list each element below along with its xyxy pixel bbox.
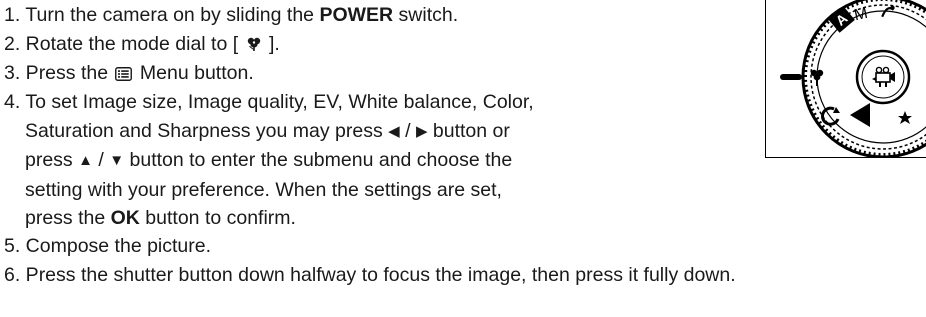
step-6: 6. Press the shutter button down halfway… <box>4 261 736 290</box>
macro-icon <box>246 32 262 61</box>
up-arrow-icon: ▲ <box>78 152 93 169</box>
right-arrow-icon: ▶ <box>415 122 428 140</box>
step-text: button to enter the submenu and choose t… <box>124 149 513 171</box>
step-text: button to confirm. <box>139 207 296 229</box>
step-text: Compose the picture. <box>20 235 212 257</box>
step-text: Press the shutter button down halfway to… <box>20 264 736 286</box>
step-4-line-4: setting with your preference. When the s… <box>25 178 502 201</box>
step-number: 6. <box>4 264 21 286</box>
step-text: Turn the camera on by sliding the <box>20 4 320 26</box>
power-label: POWER <box>319 4 394 26</box>
step-number: 1. <box>4 4 21 26</box>
mode-dial-illustration: A M <box>765 0 926 158</box>
step-text: Saturation and Sharpness you may press <box>25 119 389 142</box>
step-number: 3. <box>4 62 21 84</box>
step-text: To set Image size, Image quality, EV, Wh… <box>20 91 534 113</box>
step-text: Press the <box>20 62 114 84</box>
step-3: 3. Press the Menu button. <box>4 59 254 90</box>
step-2: 2. Rotate the mode dial to [ ]. <box>4 30 280 61</box>
step-4-line-3: press ▲ / ▼ button to enter the submenu … <box>4 146 534 176</box>
ok-label: OK <box>110 207 140 229</box>
step-text: press the <box>25 207 111 229</box>
step-text: ]. <box>263 33 280 55</box>
step-4-line-5: press the OK button to confirm. <box>4 204 534 233</box>
step-text: Rotate the mode dial to [ <box>20 33 244 55</box>
step-1: 1. Turn the camera on by sliding the POW… <box>4 1 458 30</box>
step-4: 4. To set Image size, Image quality, EV,… <box>4 88 534 233</box>
left-arrow-icon: ◀ <box>388 122 400 140</box>
step-text: Menu button. <box>134 62 254 84</box>
menu-icon <box>115 61 133 90</box>
step-text: / <box>399 119 416 142</box>
step-text: switch. <box>393 4 459 26</box>
step-4-line-2: Saturation and Sharpness you may press ◀… <box>4 117 534 147</box>
step-number: 5. <box>4 235 21 257</box>
step-text: button or <box>427 119 510 142</box>
mode-dial-drawing: A M <box>780 0 926 157</box>
step-5: 5. Compose the picture. <box>4 232 211 261</box>
down-arrow-icon: ▼ <box>109 152 125 169</box>
step-number: 4. <box>4 91 21 113</box>
step-text: press <box>25 149 79 171</box>
step-number: 2. <box>4 33 21 55</box>
dial-index-mark <box>780 74 802 80</box>
step-text: / <box>92 149 110 171</box>
